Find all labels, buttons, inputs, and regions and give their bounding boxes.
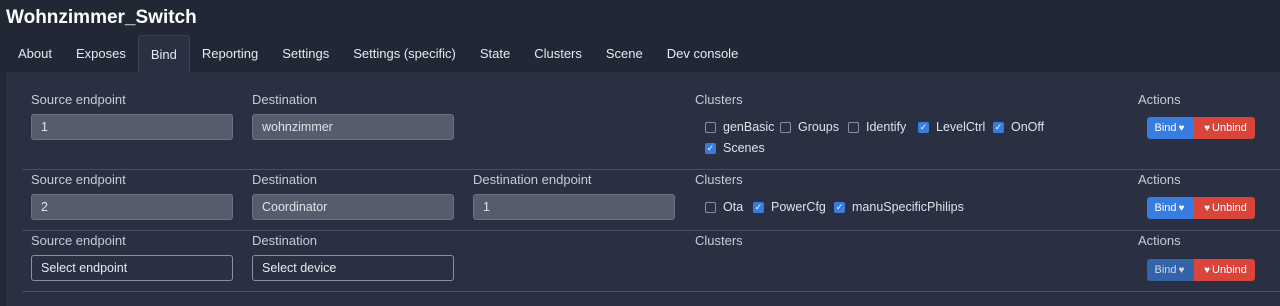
source-endpoint-select[interactable]: Select endpoint: [31, 255, 233, 281]
checkbox-icon[interactable]: [848, 121, 859, 133]
tab-dev-console[interactable]: Dev console: [655, 35, 751, 72]
destination-label: Destination: [252, 92, 318, 107]
cluster-checkbox-powercfg[interactable]: ✓ PowerCfg: [753, 200, 826, 214]
bind-button[interactable]: Bind ♥: [1147, 197, 1194, 219]
unbind-button[interactable]: ♥ Unbind: [1194, 117, 1255, 139]
bind-button[interactable]: Bind ♥: [1147, 259, 1194, 281]
cluster-label: Identify: [866, 120, 907, 134]
checkbox-checked-icon[interactable]: ✓: [918, 121, 929, 133]
unbind-button[interactable]: ♥ Unbind: [1194, 197, 1255, 219]
cluster-label: LevelCtrl: [936, 120, 986, 134]
broken-heart-icon: ♥: [1204, 264, 1211, 276]
cluster-checkbox-manuspecificphilips[interactable]: ✓ manuSpecificPhilips: [834, 200, 964, 214]
checkbox-icon[interactable]: [705, 121, 716, 133]
actions-label: Actions: [1138, 233, 1181, 248]
cluster-label: Groups: [798, 120, 839, 134]
bind-button[interactable]: Bind ♥: [1147, 117, 1194, 139]
source-endpoint-label: Source endpoint: [31, 172, 126, 187]
heart-icon: ♥: [1178, 122, 1185, 134]
cluster-label: genBasic: [723, 120, 775, 134]
cluster-label: PowerCfg: [771, 200, 826, 214]
clusters-label: Clusters: [695, 233, 743, 248]
bind-button-label: Bind: [1154, 264, 1177, 276]
cluster-label: manuSpecificPhilips: [852, 200, 964, 214]
cluster-checkbox-ota[interactable]: Ota: [705, 200, 743, 214]
unbind-button-label: Unbind: [1212, 202, 1247, 214]
cluster-checkbox-groups[interactable]: Groups: [780, 120, 839, 134]
tab-bind[interactable]: Bind: [137, 35, 190, 73]
page-title: Wohnzimmer_Switch: [6, 7, 197, 28]
tab-settings-specific[interactable]: Settings (specific): [341, 35, 468, 72]
bind-panel: Source endpoint 1 Destination wohnzimmer…: [6, 72, 1280, 306]
actions-label: Actions: [1138, 172, 1181, 187]
cluster-label: Ota: [723, 200, 744, 214]
cluster-label: OnOff: [1011, 120, 1045, 134]
cluster-checkbox-levelctrl[interactable]: ✓ LevelCtrl: [918, 120, 985, 134]
tab-state[interactable]: State: [468, 35, 522, 72]
destination-label: Destination: [252, 233, 318, 248]
cluster-checkbox-scenes[interactable]: ✓ Scenes: [705, 141, 765, 155]
bind-row: Source endpoint 1 Destination wohnzimmer…: [22, 72, 1280, 170]
actions-label: Actions: [1138, 92, 1181, 107]
broken-heart-icon: ♥: [1204, 122, 1211, 134]
checkbox-icon[interactable]: [780, 121, 791, 133]
checkbox-checked-icon[interactable]: ✓: [834, 201, 845, 213]
clusters-label: Clusters: [695, 172, 743, 187]
destination-select[interactable]: Select device: [252, 255, 454, 281]
tab-reporting[interactable]: Reporting: [190, 35, 270, 72]
source-endpoint-field: 2: [31, 194, 233, 220]
destination-label: Destination: [252, 172, 318, 187]
unbind-button-label: Unbind: [1212, 122, 1247, 134]
cluster-checkbox-genbasic[interactable]: genBasic: [705, 120, 774, 134]
bind-row: Source endpoint Select endpoint Destinat…: [22, 230, 1280, 292]
bind-button-label: Bind: [1154, 122, 1177, 134]
cluster-checkbox-onoff[interactable]: ✓ OnOff: [993, 120, 1044, 134]
unbind-button[interactable]: ♥ Unbind: [1194, 259, 1255, 281]
heart-icon: ♥: [1178, 202, 1185, 214]
bind-button-label: Bind: [1154, 202, 1177, 214]
tab-bar: About Exposes Bind Reporting Settings Se…: [6, 35, 1272, 73]
source-endpoint-label: Source endpoint: [31, 233, 126, 248]
broken-heart-icon: ♥: [1204, 202, 1211, 214]
destination-field: Coordinator: [252, 194, 454, 220]
tab-scene[interactable]: Scene: [594, 35, 655, 72]
tab-exposes[interactable]: Exposes: [64, 35, 138, 72]
source-endpoint-field: 1: [31, 114, 233, 140]
source-endpoint-label: Source endpoint: [31, 92, 126, 107]
cluster-checkbox-identify[interactable]: Identify: [848, 120, 906, 134]
cluster-label: Scenes: [723, 141, 765, 155]
heart-icon: ♥: [1178, 264, 1185, 276]
tab-clusters[interactable]: Clusters: [522, 35, 594, 72]
tab-about[interactable]: About: [6, 35, 64, 72]
unbind-button-label: Unbind: [1212, 264, 1247, 276]
checkbox-checked-icon[interactable]: ✓: [753, 201, 764, 213]
clusters-label: Clusters: [695, 92, 743, 107]
destination-endpoint-field: 1: [473, 194, 675, 220]
checkbox-icon[interactable]: [705, 201, 716, 213]
destination-field: wohnzimmer: [252, 114, 454, 140]
destination-endpoint-label: Destination endpoint: [473, 172, 592, 187]
checkbox-checked-icon[interactable]: ✓: [705, 142, 716, 154]
bind-row: Source endpoint 2 Destination Coordinato…: [22, 169, 1280, 231]
checkbox-checked-icon[interactable]: ✓: [993, 121, 1004, 133]
tab-settings[interactable]: Settings: [270, 35, 341, 72]
